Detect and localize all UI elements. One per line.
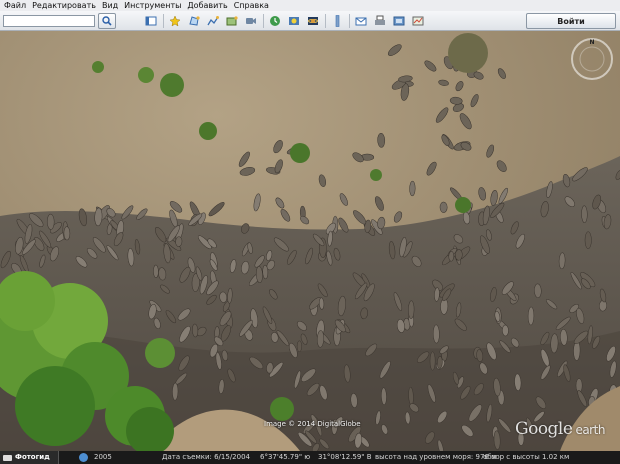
imagery-year: 2005 — [94, 453, 112, 461]
hippo — [172, 382, 179, 401]
menu-help[interactable]: Справка — [231, 0, 272, 11]
menu-add[interactable]: Добавить — [184, 0, 230, 11]
toolbar-separator — [163, 13, 164, 28]
sidebar-toggle-icon — [145, 16, 157, 25]
search-input[interactable] — [3, 14, 95, 27]
logo-google: Google — [515, 419, 573, 439]
google-earth-logo: Google earth — [515, 419, 605, 439]
menu-file[interactable]: Файл — [0, 0, 29, 11]
hippo — [409, 180, 416, 197]
placemark-icon — [169, 14, 181, 27]
image-overlay-icon — [226, 15, 238, 25]
hippo — [296, 340, 302, 353]
view-in-maps-icon — [412, 16, 424, 25]
hippo — [584, 231, 592, 250]
hippo — [448, 251, 455, 262]
hippo — [46, 213, 55, 230]
navigation-compass[interactable]: N — [570, 37, 614, 81]
hippo — [429, 351, 436, 371]
longitude-readout: 31°08'12.59" В — [318, 453, 372, 461]
menu-edit[interactable]: Редактировать — [29, 0, 99, 11]
login-button[interactable]: Войти — [526, 13, 616, 29]
sun-button[interactable] — [286, 14, 302, 28]
photos-toggle[interactable]: Фотогид — [0, 451, 59, 464]
hippo — [502, 324, 509, 337]
latitude-readout: 6°37'45.79" ю — [260, 453, 311, 461]
hippo — [437, 355, 443, 369]
planets-button[interactable] — [305, 14, 321, 28]
search-button[interactable] — [98, 12, 116, 29]
toolbar: Войти — [0, 11, 620, 31]
camera-icon — [3, 454, 12, 461]
elevation-readout: высота над уровнем моря: 976 м — [375, 453, 497, 461]
menu-tools[interactable]: Инструменты — [121, 0, 184, 11]
hippo — [153, 264, 159, 279]
hippo — [432, 324, 440, 344]
hippo — [381, 387, 387, 405]
menu-bar: Файл Редактировать Вид Инструменты Добав… — [0, 0, 620, 11]
path-icon — [207, 15, 219, 25]
sidebar-toggle-button[interactable] — [143, 14, 159, 28]
ruler-button[interactable] — [329, 14, 345, 28]
print-button[interactable] — [372, 14, 388, 28]
imagery-copyright: Image © 2014 DigitalGlobe — [264, 420, 361, 428]
hippo — [319, 297, 325, 310]
compass-north-label: N — [589, 39, 594, 46]
hippo — [408, 300, 415, 319]
menu-view[interactable]: Вид — [99, 0, 121, 11]
hippo — [558, 252, 566, 270]
planets-icon — [308, 16, 318, 25]
hippo — [581, 205, 588, 223]
sun-icon — [289, 16, 299, 25]
satellite-imagery — [0, 31, 620, 451]
save-image-button[interactable] — [391, 14, 407, 28]
historical-imagery-icon[interactable] — [79, 453, 88, 462]
path-button[interactable] — [205, 14, 221, 28]
print-icon — [375, 15, 385, 25]
save-image-icon — [393, 16, 405, 25]
historical-imagery-button[interactable] — [267, 14, 283, 28]
ruler-icon — [335, 14, 340, 27]
historical-imagery-icon — [270, 15, 280, 26]
email-button[interactable] — [353, 14, 369, 28]
polygon-icon — [189, 15, 200, 26]
record-tour-icon — [246, 17, 256, 24]
imagery-date: Дата съемки: 6/15/2004 — [162, 453, 250, 461]
toolbar-separator — [349, 13, 350, 28]
hippo — [192, 323, 199, 338]
hippo — [262, 264, 269, 280]
hippo — [63, 226, 71, 241]
record-tour-button[interactable] — [243, 14, 259, 28]
email-icon — [355, 17, 367, 25]
status-bar: Фотогид 2005 Дата съемки: 6/15/2004 6°37… — [0, 451, 620, 464]
view-in-maps-button[interactable] — [410, 14, 426, 28]
polygon-button[interactable] — [186, 14, 202, 28]
photos-label: Фотогид — [15, 453, 50, 461]
placemark-button[interactable] — [167, 14, 183, 28]
image-overlay-button[interactable] — [224, 14, 240, 28]
toolbar-separator — [325, 13, 326, 28]
toolbar-separator — [263, 13, 264, 28]
hippo — [439, 201, 448, 213]
logo-earth: earth — [575, 423, 605, 437]
hippo — [527, 306, 535, 326]
search-icon — [102, 15, 112, 26]
eye-altitude-readout: обзор с высоты 1.02 км — [483, 453, 570, 461]
map-view[interactable]: N Image © 2014 DigitalGlobe Google earth — [0, 31, 620, 451]
